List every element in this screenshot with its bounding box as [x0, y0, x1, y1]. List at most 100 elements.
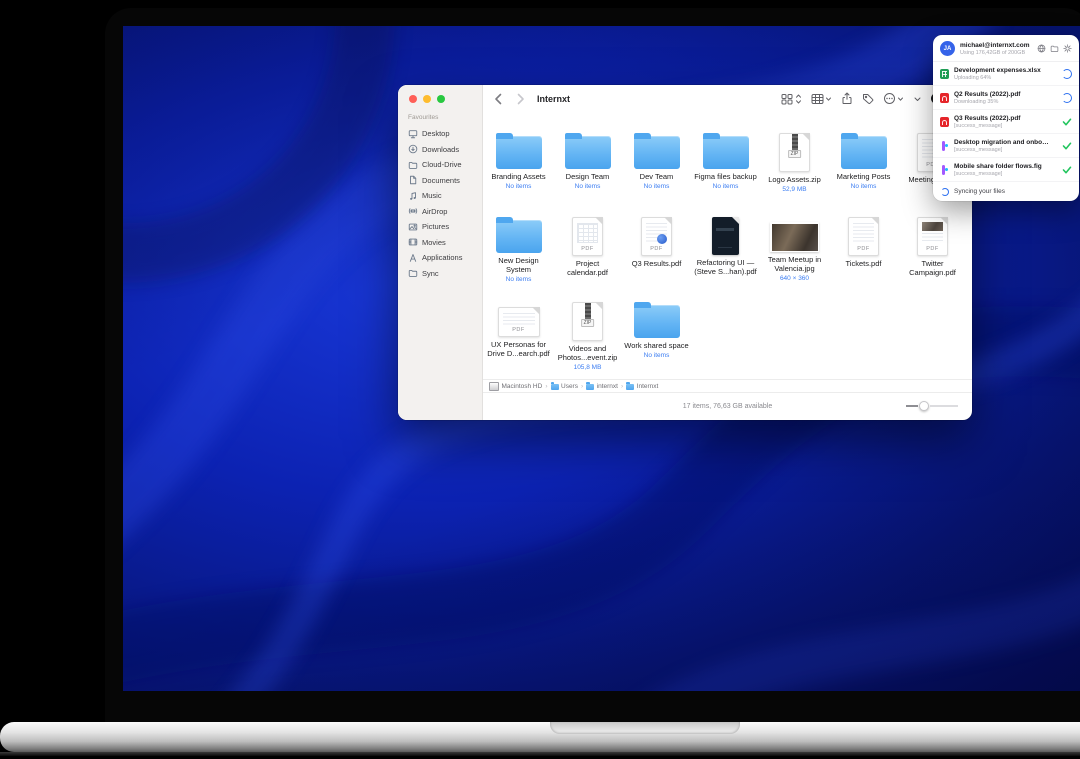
avatar: JA [940, 41, 955, 56]
sync-status-label: Syncing your files [954, 188, 1005, 195]
more-actions-button[interactable] [883, 92, 904, 105]
pdf-badge: PDF [918, 246, 947, 252]
path-segment-users[interactable]: Users [551, 383, 578, 390]
path-segment-internxt-folder[interactable]: Internxt [626, 383, 658, 390]
transfer-name: Q2 Results (2022).pdf [954, 91, 1049, 98]
account-header: JA michael@internxt.com Using 176,42GB o… [933, 35, 1079, 62]
folder-icon [408, 160, 418, 170]
transfer-row-desktop-migration[interactable]: Desktop migration and onboardi... [succe… [933, 134, 1079, 158]
file-item-project-calendar-pdf[interactable]: PDF Project calendar.pdf [553, 214, 622, 283]
file-sublabel: No items [851, 183, 877, 190]
forward-button[interactable] [513, 91, 527, 107]
file-item-videos-photos-zip[interactable]: ZIP Videos and Photos...event.zip 105,8 … [553, 299, 622, 371]
sidebar-item-airdrop[interactable]: AirDrop [404, 204, 478, 220]
music-note-icon [408, 191, 418, 201]
chevron-down-icon [913, 93, 922, 105]
folder-icon [496, 136, 542, 169]
toolbar-overflow-button[interactable] [913, 93, 922, 105]
sidebar-item-applications[interactable]: Applications [404, 250, 478, 266]
icon-size-slider[interactable] [906, 401, 958, 411]
sidebar-item-pictures[interactable]: Pictures [404, 219, 478, 235]
sidebar-item-desktop[interactable]: Desktop [404, 126, 478, 142]
sidebar-item-cloud-drive[interactable]: Cloud-Drive [404, 157, 478, 173]
file-item-tickets-pdf[interactable]: PDF Tickets.pdf [829, 214, 898, 283]
fullscreen-button[interactable] [437, 95, 445, 103]
file-label: Project calendar.pdf [555, 260, 621, 277]
file-item-team-meetup-jpg[interactable]: Team Meetup in Valencia.jpg 640 × 360 [760, 214, 829, 283]
file-label: Marketing Posts [837, 173, 891, 182]
sidebar-item-downloads[interactable]: Downloads [404, 142, 478, 158]
path-separator: › [545, 383, 547, 390]
file-item-dev-team[interactable]: Dev Team No items [622, 130, 691, 193]
transfer-row-development-expenses[interactable]: Development expenses.xlsx Uploading 64% [933, 62, 1079, 86]
group-by-button[interactable] [811, 93, 832, 105]
account-identity: michael@internxt.com Using 176,42GB of 2… [960, 42, 1037, 56]
file-label: Q3 Results.pdf [632, 260, 682, 269]
slider-knob[interactable] [919, 401, 929, 411]
sidebar-list: Desktop Downloads Cloud-Drive Documents … [404, 126, 478, 281]
file-label: Team Meetup in Valencia.jpg [762, 256, 828, 273]
transfer-name: Q3 Results (2022).pdf [954, 115, 1049, 122]
pdf-badge: PDF [849, 246, 878, 252]
chevron-down-icon [825, 93, 832, 105]
zip-file-icon: ZIP [779, 133, 810, 172]
minimize-button[interactable] [423, 95, 431, 103]
file-item-refactoring-ui-pdf[interactable]: Refactoring UI — (Steve S...han).pdf [691, 214, 760, 283]
path-label: Internxt [637, 383, 659, 390]
globe-icon[interactable] [1037, 44, 1046, 53]
gear-icon[interactable] [1063, 44, 1072, 53]
file-item-new-design-system[interactable]: New Design System No items [484, 214, 553, 283]
sidebar-item-documents[interactable]: Documents [404, 173, 478, 189]
view-options-button[interactable] [781, 93, 802, 105]
file-item-q3-results-pdf[interactable]: PDF Q3 Results.pdf [622, 214, 691, 283]
transfer-row-mobile-share-flows[interactable]: Mobile share folder flows.fig [success_m… [933, 158, 1079, 182]
transfer-row-q3-results[interactable]: Q3 Results (2022).pdf [success_message] [933, 110, 1079, 134]
chevron-right-icon [516, 93, 525, 105]
sidebar-item-movies[interactable]: Movies [404, 235, 478, 251]
internxt-sync-popover: JA michael@internxt.com Using 176,42GB o… [933, 35, 1079, 201]
file-item-twitter-campaign-pdf[interactable]: PDF Twitter Campaign.pdf [898, 214, 967, 283]
file-item-design-team[interactable]: Design Team No items [553, 130, 622, 193]
transfer-row-q2-results[interactable]: Q2 Results (2022).pdf Downloading 35% [933, 86, 1079, 110]
file-sublabel: No items [506, 276, 532, 283]
file-label: Refactoring UI — (Steve S...han).pdf [693, 259, 759, 276]
group-icon [811, 93, 824, 105]
folder-icon [551, 384, 559, 390]
path-segment-internxt-user[interactable]: internxt [586, 383, 618, 390]
zip-badge: ZIP [581, 319, 595, 327]
file-item-marketing-posts[interactable]: Marketing Posts No items [829, 130, 898, 193]
progress-spinner-icon [1062, 93, 1072, 103]
pdf-file-icon: PDF [641, 217, 672, 256]
file-sublabel: No items [644, 183, 670, 190]
folder-icon[interactable] [1050, 44, 1059, 53]
window-title: Internxt [537, 94, 570, 104]
pdf-badge: PDF [499, 327, 539, 333]
file-label: Branding Assets [491, 173, 545, 182]
share-button[interactable] [841, 92, 853, 105]
tag-button[interactable] [862, 93, 874, 105]
book-cover-icon [712, 217, 739, 255]
file-item-ux-personas-pdf[interactable]: PDF UX Personas for Drive D...earch.pdf [484, 299, 553, 371]
laptop-base-edge [0, 752, 1080, 756]
file-grid-row-2: New Design System No items PDF Project c… [484, 214, 967, 283]
sidebar-item-music[interactable]: Music [404, 188, 478, 204]
file-item-branding-assets[interactable]: Branding Assets No items [484, 130, 553, 193]
close-button[interactable] [409, 95, 417, 103]
sync-spinner-icon [941, 188, 949, 196]
slider-filled-track [906, 405, 918, 407]
sidebar-item-sync[interactable]: Sync [404, 266, 478, 282]
sync-folder-icon [408, 268, 418, 278]
folder-icon [634, 305, 680, 338]
file-sublabel: No items [506, 183, 532, 190]
slider-track [930, 405, 958, 407]
file-grid-row-1: Branding Assets No items Design Team No … [484, 130, 967, 193]
file-item-figma-files-backup[interactable]: Figma files backup No items [691, 130, 760, 193]
path-segment-macintosh-hd[interactable]: Macintosh HD [489, 382, 542, 391]
file-label: UX Personas for Drive D...earch.pdf [486, 341, 552, 358]
file-item-work-shared-space[interactable]: Work shared space No items [622, 299, 691, 371]
file-item-logo-assets-zip[interactable]: ZIP Logo Assets.zip 52,9 MB [760, 130, 829, 193]
sidebar-item-label: AirDrop [422, 207, 447, 216]
back-button[interactable] [491, 91, 505, 107]
folder-icon [626, 384, 634, 390]
success-check-icon [1062, 113, 1072, 131]
